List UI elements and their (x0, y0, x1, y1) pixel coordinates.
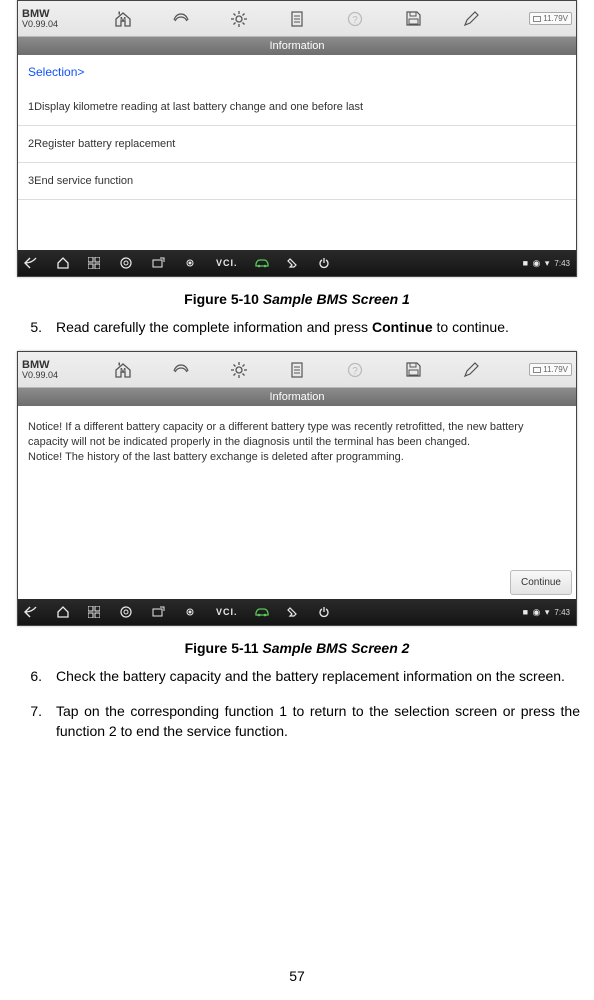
step-7: 7. Tap on the corresponding function 1 t… (20, 701, 580, 742)
status-icons: ■ ◉ ▾ (523, 607, 551, 618)
page-number: 57 (0, 968, 594, 984)
step-text: Tap on the corresponding function 1 to r… (56, 701, 580, 742)
step-number: 7. (20, 701, 42, 742)
figure-caption-1: Figure 5-10 Sample BMS Screen 1 (14, 291, 580, 307)
home-nav-icon[interactable] (56, 257, 72, 269)
svg-text:M: M (120, 17, 126, 24)
gear-icon[interactable] (210, 356, 268, 384)
tool-icon[interactable] (286, 606, 302, 618)
document-icon[interactable] (268, 356, 326, 384)
chrome-icon[interactable] (120, 606, 136, 618)
step-number: 5. (20, 317, 42, 337)
power-icon[interactable] (318, 257, 334, 269)
screenshot-icon[interactable] (152, 257, 168, 269)
brand-label: BMW V0.99.04 (18, 352, 78, 387)
button-row: Continue (18, 566, 576, 599)
figure-number: Figure 5-10 (184, 291, 259, 307)
list-item[interactable]: 2Register battery replacement (18, 126, 576, 163)
step-text: Read carefully the complete information … (56, 317, 580, 337)
voltage-badge: 11.79V (529, 363, 572, 376)
car-icon[interactable] (254, 607, 270, 617)
continue-button[interactable]: Continue (510, 570, 572, 595)
screenshot-bms-1: BMW V0.99.04 M ? (17, 0, 577, 277)
screen-title-bar: Information (18, 388, 576, 406)
step-6: 6. Check the battery capacity and the ba… (20, 666, 580, 686)
figure-title: Sample BMS Screen 1 (259, 291, 410, 307)
home-icon[interactable]: M (94, 356, 152, 384)
help-icon[interactable]: ? (326, 5, 384, 33)
home-nav-icon[interactable] (56, 606, 72, 618)
screenshot-icon[interactable] (152, 606, 168, 618)
vcl-label[interactable]: VCI. (216, 607, 238, 617)
power-icon[interactable] (318, 606, 334, 618)
brand-name: BMW (22, 9, 78, 20)
figure-number: Figure 5-11 (185, 640, 259, 656)
list-item[interactable]: 1Display kilometre reading at last batte… (18, 89, 576, 126)
voltage-badge: 11.79V (529, 12, 572, 25)
car-icon[interactable] (254, 258, 270, 268)
screenshot-bms-2: BMW V0.99.04 M ? (17, 351, 577, 626)
clock: 7:43 (554, 259, 570, 268)
gear-icon[interactable] (210, 5, 268, 33)
save-icon[interactable] (384, 356, 442, 384)
edit-icon[interactable] (442, 5, 500, 33)
list-item[interactable]: 3End service function (18, 163, 576, 200)
brightness-icon[interactable] (184, 257, 200, 269)
document-icon[interactable] (268, 5, 326, 33)
brand-version: V0.99.04 (22, 20, 78, 29)
edit-icon[interactable] (442, 356, 500, 384)
back-icon[interactable] (24, 606, 40, 618)
figure-title: Sample BMS Screen 2 (258, 640, 409, 656)
svg-text:?: ? (352, 15, 358, 26)
tool-icon[interactable] (286, 257, 302, 269)
menu-list: 1Display kilometre reading at last batte… (18, 89, 576, 200)
vcl-label[interactable]: VCI. (216, 258, 238, 268)
screen-title-bar: Information (18, 37, 576, 55)
chrome-icon[interactable] (120, 257, 136, 269)
notice-text: Notice! If a different battery capacity … (18, 406, 576, 566)
bottom-nav-bar: VCI. ■ ◉ ▾ 7:43 (18, 599, 576, 625)
status-icons: ■ ◉ ▾ (523, 258, 551, 269)
step-5: 5. Read carefully the complete informati… (20, 317, 580, 337)
voltage-indicator: 11.79V (516, 1, 576, 36)
empty-area (18, 200, 576, 250)
step-text: Check the battery capacity and the batte… (56, 666, 580, 686)
apps-nav-icon[interactable] (88, 257, 104, 269)
svg-text:?: ? (352, 366, 358, 377)
bottom-nav-bar: VCI. ■ ◉ ▾ 7:43 (18, 250, 576, 276)
breadcrumb[interactable]: Selection> (18, 55, 576, 89)
help-icon[interactable]: ? (326, 356, 384, 384)
toolbar-tabs: M ? (78, 352, 516, 387)
inspection-icon[interactable] (152, 356, 210, 384)
back-icon[interactable] (24, 257, 40, 269)
save-icon[interactable] (384, 5, 442, 33)
voltage-indicator: 11.79V (516, 352, 576, 387)
brightness-icon[interactable] (184, 606, 200, 618)
apps-nav-icon[interactable] (88, 606, 104, 618)
svg-text:M: M (120, 368, 126, 375)
app-toolbar: BMW V0.99.04 M ? (18, 352, 576, 388)
inspection-icon[interactable] (152, 5, 210, 33)
clock: 7:43 (554, 608, 570, 617)
brand-version: V0.99.04 (22, 371, 78, 380)
app-toolbar: BMW V0.99.04 M ? (18, 1, 576, 37)
figure-caption-2: Figure 5-11 Sample BMS Screen 2 (14, 640, 580, 656)
brand-label: BMW V0.99.04 (18, 1, 78, 36)
step-number: 6. (20, 666, 42, 686)
toolbar-tabs: M ? (78, 1, 516, 36)
home-icon[interactable]: M (94, 5, 152, 33)
